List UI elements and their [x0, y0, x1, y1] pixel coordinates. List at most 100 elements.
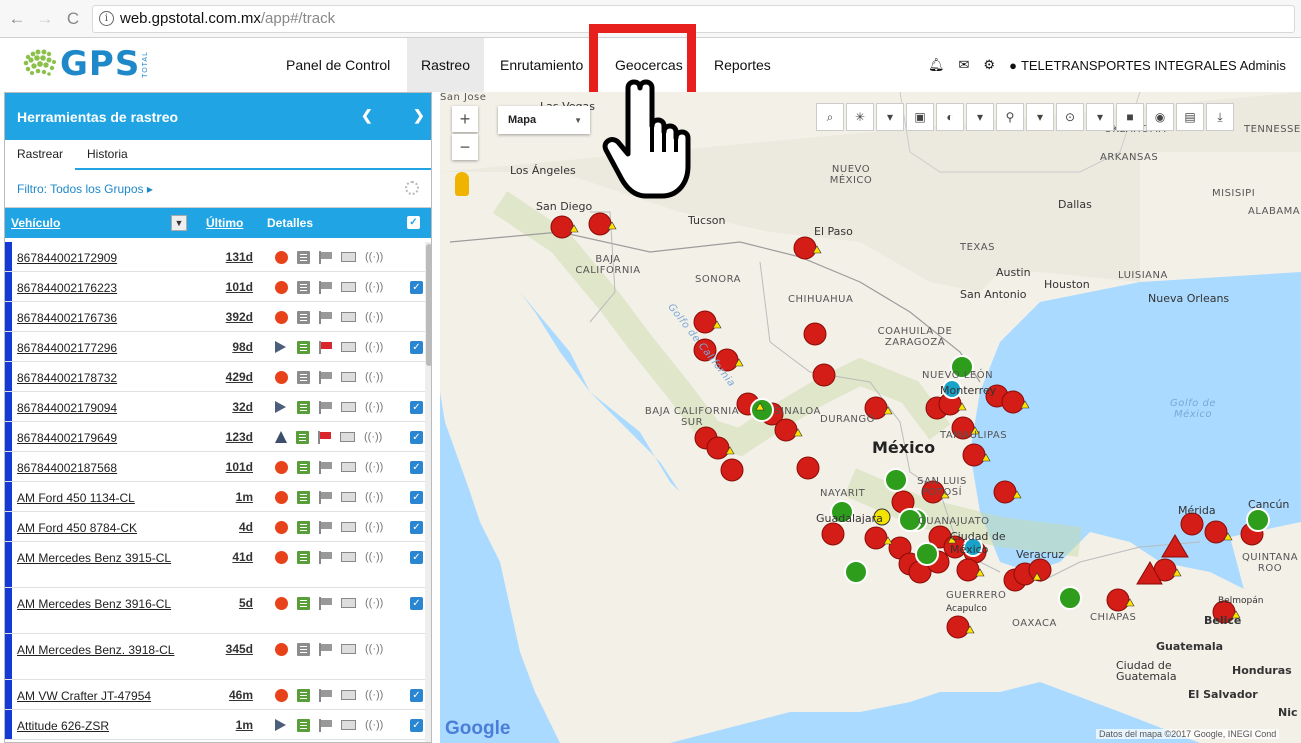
- vehicle-name-link[interactable]: AM Ford 450 1134-CL: [17, 490, 187, 506]
- vehicle-row[interactable]: Attitude 626-ZSR 1m ((·)) ✓: [5, 710, 431, 740]
- report-doc-icon[interactable]: [297, 642, 310, 656]
- message-icon[interactable]: [341, 720, 356, 730]
- forward-icon[interactable]: →: [34, 8, 56, 30]
- antenna-signal-icon[interactable]: ((·)): [365, 521, 383, 534]
- zoom-in-button[interactable]: +: [452, 106, 478, 132]
- row-checkbox[interactable]: ✓: [410, 689, 423, 702]
- message-icon[interactable]: [341, 644, 356, 654]
- visibility-icon[interactable]: ◐: [936, 103, 964, 131]
- nav-enrutamiento[interactable]: Enrutamiento: [488, 38, 595, 92]
- last-report-link[interactable]: 41d: [205, 550, 253, 564]
- vehicle-row[interactable]: 867844002172909 131d ((·)): [5, 242, 431, 272]
- message-icon[interactable]: [341, 598, 356, 608]
- vehicle-icon[interactable]: ▣: [906, 103, 934, 131]
- message-icon[interactable]: [341, 312, 356, 322]
- row-checkbox[interactable]: ✓: [410, 431, 423, 444]
- chevron-down-icon[interactable]: ▾: [966, 103, 994, 131]
- antenna-signal-icon[interactable]: ((·)): [365, 689, 383, 702]
- message-icon[interactable]: [341, 252, 356, 262]
- message-icon[interactable]: [340, 432, 355, 442]
- vehicle-row[interactable]: AM Mercedes Benz 3915-CL 41d ((·)) ✓: [5, 542, 431, 588]
- antenna-signal-icon[interactable]: ((·)): [365, 401, 383, 414]
- message-icon[interactable]: [341, 552, 356, 562]
- last-report-link[interactable]: 429d: [205, 370, 253, 384]
- vehicle-row[interactable]: 867844002176736 392d ((·)): [5, 302, 431, 332]
- vehicle-row[interactable]: 867844002179094 32d ((·)) ✓: [5, 392, 431, 422]
- report-doc-icon[interactable]: [297, 370, 310, 384]
- message-icon[interactable]: [341, 462, 356, 472]
- chevron-down-icon[interactable]: ▾: [1086, 103, 1114, 131]
- chevron-down-icon[interactable]: ▾: [876, 103, 904, 131]
- flag-icon[interactable]: [319, 460, 332, 474]
- message-icon[interactable]: [341, 342, 356, 352]
- vehicle-row[interactable]: AM Mercedes Benz. 3918-CL 345d ((·)): [5, 634, 431, 680]
- map-attribution[interactable]: Datos del mapa ©2017 Google, INEGI Cond: [1096, 729, 1280, 739]
- chevron-down-icon[interactable]: ▾: [1026, 103, 1054, 131]
- antenna-signal-icon[interactable]: ((·)): [365, 371, 383, 384]
- row-checkbox[interactable]: ✓: [410, 521, 423, 534]
- tab-rastrear[interactable]: Rastrear: [5, 140, 76, 170]
- antenna-signal-icon[interactable]: ((·)): [365, 311, 383, 324]
- antenna-signal-icon[interactable]: ((·)): [365, 281, 383, 294]
- flag-icon[interactable]: [319, 400, 332, 414]
- street-view-pegman-icon[interactable]: [455, 172, 469, 196]
- download-icon[interactable]: ⤓: [1206, 103, 1234, 131]
- report-doc-icon[interactable]: [297, 596, 310, 610]
- report-doc-icon[interactable]: [297, 490, 310, 504]
- flag-icon[interactable]: [319, 340, 332, 354]
- flag-icon[interactable]: [319, 250, 332, 264]
- antenna-signal-icon[interactable]: ((·)): [365, 551, 383, 564]
- vehicle-name-link[interactable]: 867844002179649: [17, 430, 187, 446]
- last-report-link[interactable]: 4d: [205, 520, 253, 534]
- flag-icon[interactable]: [319, 370, 332, 384]
- vehicle-name-link[interactable]: 867844002178732: [17, 370, 187, 386]
- flag-icon[interactable]: [319, 280, 332, 294]
- scrollbar-thumb[interactable]: [426, 244, 431, 366]
- last-report-link[interactable]: 123d: [205, 430, 253, 444]
- vehicle-row[interactable]: AM VW Crafter JT-47954 46m ((·)) ✓: [5, 680, 431, 710]
- map-canvas[interactable]: San Jose Las Vegas Los Ángeles San Diego…: [440, 92, 1301, 743]
- last-report-link[interactable]: 345d: [205, 642, 253, 656]
- zoom-out-button[interactable]: −: [452, 134, 478, 160]
- vehicle-name-link[interactable]: 867844002172909: [17, 250, 187, 266]
- vehicle-row[interactable]: 867844002187568 101d ((·)) ✓: [5, 452, 431, 482]
- nav-reportes[interactable]: Reportes: [702, 38, 783, 92]
- group-filter[interactable]: Filtro: Todos los Grupos ▸: [5, 170, 431, 208]
- report-doc-icon[interactable]: [297, 520, 310, 534]
- vehicle-name-link[interactable]: 867844002176223: [17, 280, 187, 296]
- flag-icon[interactable]: [319, 520, 332, 534]
- report-doc-icon[interactable]: [297, 718, 310, 732]
- message-icon[interactable]: [341, 372, 356, 382]
- flag-icon[interactable]: [319, 688, 332, 702]
- vehicle-row[interactable]: 867844002179649 123d ((·)) ✓: [5, 422, 431, 452]
- row-checkbox[interactable]: ✓: [410, 461, 423, 474]
- vehicle-row[interactable]: AM Ford 450 1134-CL 1m ((·)) ✓: [5, 482, 431, 512]
- antenna-signal-icon[interactable]: ((·)): [365, 643, 383, 656]
- col-vehicle[interactable]: Vehículo: [11, 216, 60, 230]
- row-checkbox[interactable]: ✓: [410, 281, 423, 294]
- vehicle-dropdown-icon[interactable]: ▼: [171, 215, 187, 231]
- antenna-signal-icon[interactable]: ((·)): [365, 341, 383, 354]
- report-doc-icon[interactable]: [297, 250, 310, 264]
- vehicle-row[interactable]: AM Ford 450 8784-CK 4d ((·)) ✓: [5, 512, 431, 542]
- vehicle-row[interactable]: AM Mercedes Benz 3916-CL 5d ((·)) ✓: [5, 588, 431, 634]
- vehicle-row[interactable]: 867844002176223 101d ((·)) ✓: [5, 272, 431, 302]
- lock-icon[interactable]: ■: [1116, 103, 1144, 131]
- last-report-link[interactable]: 98d: [205, 340, 253, 354]
- last-report-link[interactable]: 5d: [205, 596, 253, 610]
- target-icon[interactable]: ⊙: [1056, 103, 1084, 131]
- account-name[interactable]: TELETRANSPORTES INTEGRALES Adminis: [1021, 58, 1286, 73]
- vehicle-name-link[interactable]: AM Ford 450 8784-CK: [17, 520, 187, 536]
- last-report-link[interactable]: 101d: [205, 460, 253, 474]
- row-checkbox[interactable]: ✓: [410, 551, 423, 564]
- report-doc-icon[interactable]: [297, 340, 310, 354]
- search-icon[interactable]: ⌕: [816, 103, 844, 131]
- tab-historia[interactable]: Historia: [75, 139, 140, 169]
- antenna-signal-icon[interactable]: ((·)): [365, 491, 383, 504]
- vehicle-name-link[interactable]: AM Mercedes Benz 3916-CL: [17, 596, 187, 612]
- flag-icon[interactable]: [319, 642, 332, 656]
- flag-icon[interactable]: [319, 718, 332, 732]
- chevron-left-icon[interactable]: ❮: [361, 107, 373, 124]
- globe-icon[interactable]: ◉: [1146, 103, 1174, 131]
- last-report-link[interactable]: 392d: [205, 310, 253, 324]
